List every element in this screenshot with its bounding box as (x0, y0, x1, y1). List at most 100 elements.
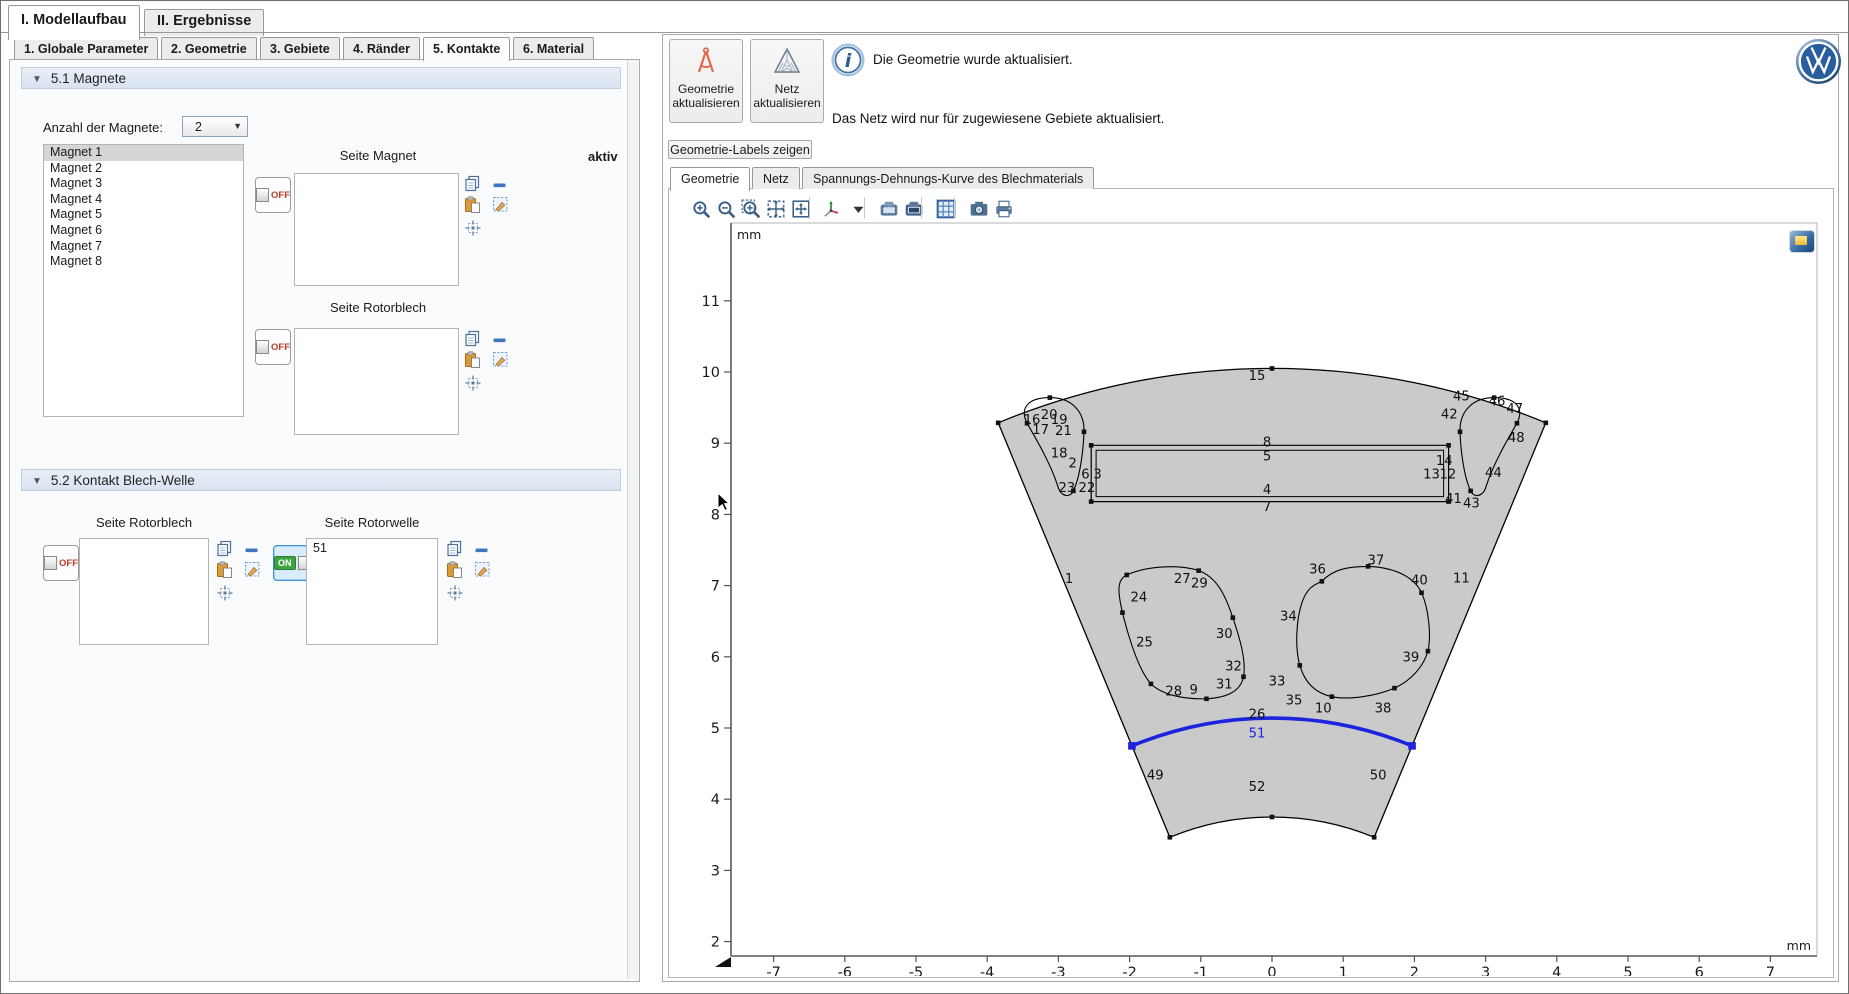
vertex-marker (1196, 568, 1201, 573)
step-tab-6[interactable]: 6. Material (513, 37, 594, 59)
paste-icon[interactable] (464, 351, 481, 368)
collapse-triangle-icon: ▼ (32, 74, 42, 85)
remove-icon[interactable] (492, 332, 509, 349)
edge-label: 31 (1216, 677, 1233, 692)
y-tick-label: 5 (711, 721, 720, 737)
magnet-count-dropdown[interactable]: 2 ▼ (182, 116, 248, 137)
selected-edge-label: 51 (1249, 726, 1266, 741)
list-item[interactable]: Magnet 4 (44, 192, 243, 208)
paste-icon[interactable] (464, 196, 481, 213)
main-tab-modellaufbau[interactable]: I. Modellaufbau (8, 5, 140, 40)
edge-label: 13 (1423, 467, 1440, 482)
view-tab-geometrie[interactable]: Geometrie (670, 167, 750, 191)
off-label: OFF (271, 190, 290, 201)
dropdown-value: 2 (195, 120, 202, 134)
copy-icon[interactable] (216, 540, 233, 557)
zoom-to-selection-icon[interactable] (217, 585, 234, 602)
edge-label: 2 (1068, 457, 1076, 472)
list-item[interactable]: Magnet 8 (44, 254, 243, 270)
vertex-marker (1204, 697, 1209, 702)
toggle-on-seite-rotorwelle[interactable]: ON (273, 545, 309, 581)
geometry-plot-canvas[interactable]: -7-6-5-4-3-2-101234567234567891011mmmm15… (669, 211, 1833, 976)
step-tab-3[interactable]: 3. Gebiete (260, 37, 340, 59)
list-item[interactable]: Magnet 1 (44, 145, 243, 161)
x-tick-label: 1 (1339, 965, 1348, 976)
x-tick-label: -1 (1194, 965, 1208, 976)
edge-label: 52 (1249, 780, 1266, 795)
view-tab-spannungs-dehnungs-kurve-des-blechmaterials[interactable]: Spannungs-Dehnungs-Kurve des Blechmateri… (802, 167, 1094, 189)
vertex-marker (1320, 579, 1325, 584)
magnet-list[interactable]: Magnet 1Magnet 2Magnet 3Magnet 4Magnet 5… (43, 144, 244, 417)
vertex-marker (1124, 573, 1129, 578)
clear-selection-icon[interactable] (244, 561, 261, 578)
list-item[interactable]: Magnet 7 (44, 239, 243, 255)
clear-selection-icon[interactable] (492, 196, 509, 213)
edge-label: 42 (1441, 408, 1458, 423)
list-item[interactable]: Magnet 5 (44, 207, 243, 223)
section-title: 5.2 Kontakt Blech-Welle (51, 473, 195, 488)
edge-label: 32 (1225, 660, 1242, 675)
zoom-to-selection-icon[interactable] (447, 585, 464, 602)
selection-entry: 51 (307, 539, 437, 555)
selection-list-seite-magnet[interactable] (294, 173, 459, 286)
copy-icon[interactable] (446, 540, 463, 557)
left-panel-scrollbar[interactable] (627, 60, 638, 979)
vertex-marker (1297, 663, 1302, 668)
copy-icon[interactable] (464, 175, 481, 192)
selection-list-seite-rotorwelle[interactable]: 51 (306, 538, 438, 645)
view-tab-netz[interactable]: Netz (752, 167, 800, 189)
edge-label: 21 (1055, 424, 1072, 439)
selection-list-seite-rotorblech[interactable] (79, 538, 209, 645)
x-tick-label: -7 (766, 965, 780, 976)
copy-icon[interactable] (464, 330, 481, 347)
paste-icon[interactable] (216, 561, 233, 578)
list-item[interactable]: Magnet 6 (44, 223, 243, 239)
edge-label: 11 (1453, 571, 1470, 586)
edge-label: 23 (1059, 481, 1076, 496)
paste-icon[interactable] (446, 561, 463, 578)
step-tab-1[interactable]: 1. Globale Parameter (14, 37, 158, 59)
update-geometry-button[interactable]: Geometrieaktualisieren (669, 39, 743, 123)
zoom-to-selection-icon[interactable] (465, 220, 482, 237)
step-tab-5[interactable]: 5. Kontakte (423, 37, 510, 61)
x-axis-unit: mm (1787, 938, 1811, 953)
step-tab-2[interactable]: 2. Geometrie (161, 37, 257, 59)
clear-selection-icon[interactable] (474, 561, 491, 578)
origin-marker (715, 957, 731, 967)
toggle-off-seite-magnet[interactable]: OFF (255, 177, 291, 213)
edge-label: 4 (1263, 483, 1271, 498)
vertex-marker (1168, 835, 1173, 840)
section-header-magnete[interactable]: ▼5.1 Magnete (21, 67, 621, 89)
list-item[interactable]: Magnet 2 (44, 161, 243, 177)
off-label: OFF (59, 558, 78, 569)
section-header-kontakt[interactable]: ▼5.2 Kontakt Blech-Welle (21, 469, 621, 491)
toggle-off-seite-rotorblech[interactable]: OFF (255, 329, 291, 365)
edge-label: 30 (1216, 627, 1233, 642)
x-tick-label: -4 (980, 965, 994, 976)
toggle-off-seite-rotorblech[interactable]: OFF (43, 545, 79, 581)
show-geometry-labels-button[interactable]: Geometrie-Labels zeigen (668, 140, 812, 159)
list-item[interactable]: Magnet 3 (44, 176, 243, 192)
vertex-marker (1419, 590, 1424, 595)
plot-thumbnail-icon[interactable] (1790, 231, 1814, 252)
edge-label: 12 (1439, 467, 1456, 482)
vertex-marker (1082, 430, 1087, 435)
remove-icon[interactable] (474, 542, 491, 559)
x-tick-label: -6 (838, 965, 852, 976)
button-label: Netzaktualisieren (751, 83, 823, 110)
zoom-to-selection-icon[interactable] (465, 375, 482, 392)
edge-label: 25 (1136, 635, 1153, 650)
edge-label: 18 (1051, 447, 1068, 462)
remove-icon[interactable] (492, 177, 509, 194)
update-mesh-button[interactable]: Netzaktualisieren (750, 39, 824, 123)
vertex-marker (1372, 835, 1377, 840)
clear-selection-icon[interactable] (492, 351, 509, 368)
vertex-marker (1330, 694, 1335, 699)
step-tab-4[interactable]: 4. Ränder (343, 37, 420, 59)
selected-vertex-marker (1128, 742, 1136, 750)
mesh-note: Das Netz wird nur für zugewiesene Gebiet… (832, 111, 1164, 126)
selection-list-seite-rotorblech[interactable] (294, 328, 459, 435)
y-tick-label: 4 (711, 792, 720, 808)
remove-icon[interactable] (244, 542, 261, 559)
info-icon: i (831, 43, 865, 77)
